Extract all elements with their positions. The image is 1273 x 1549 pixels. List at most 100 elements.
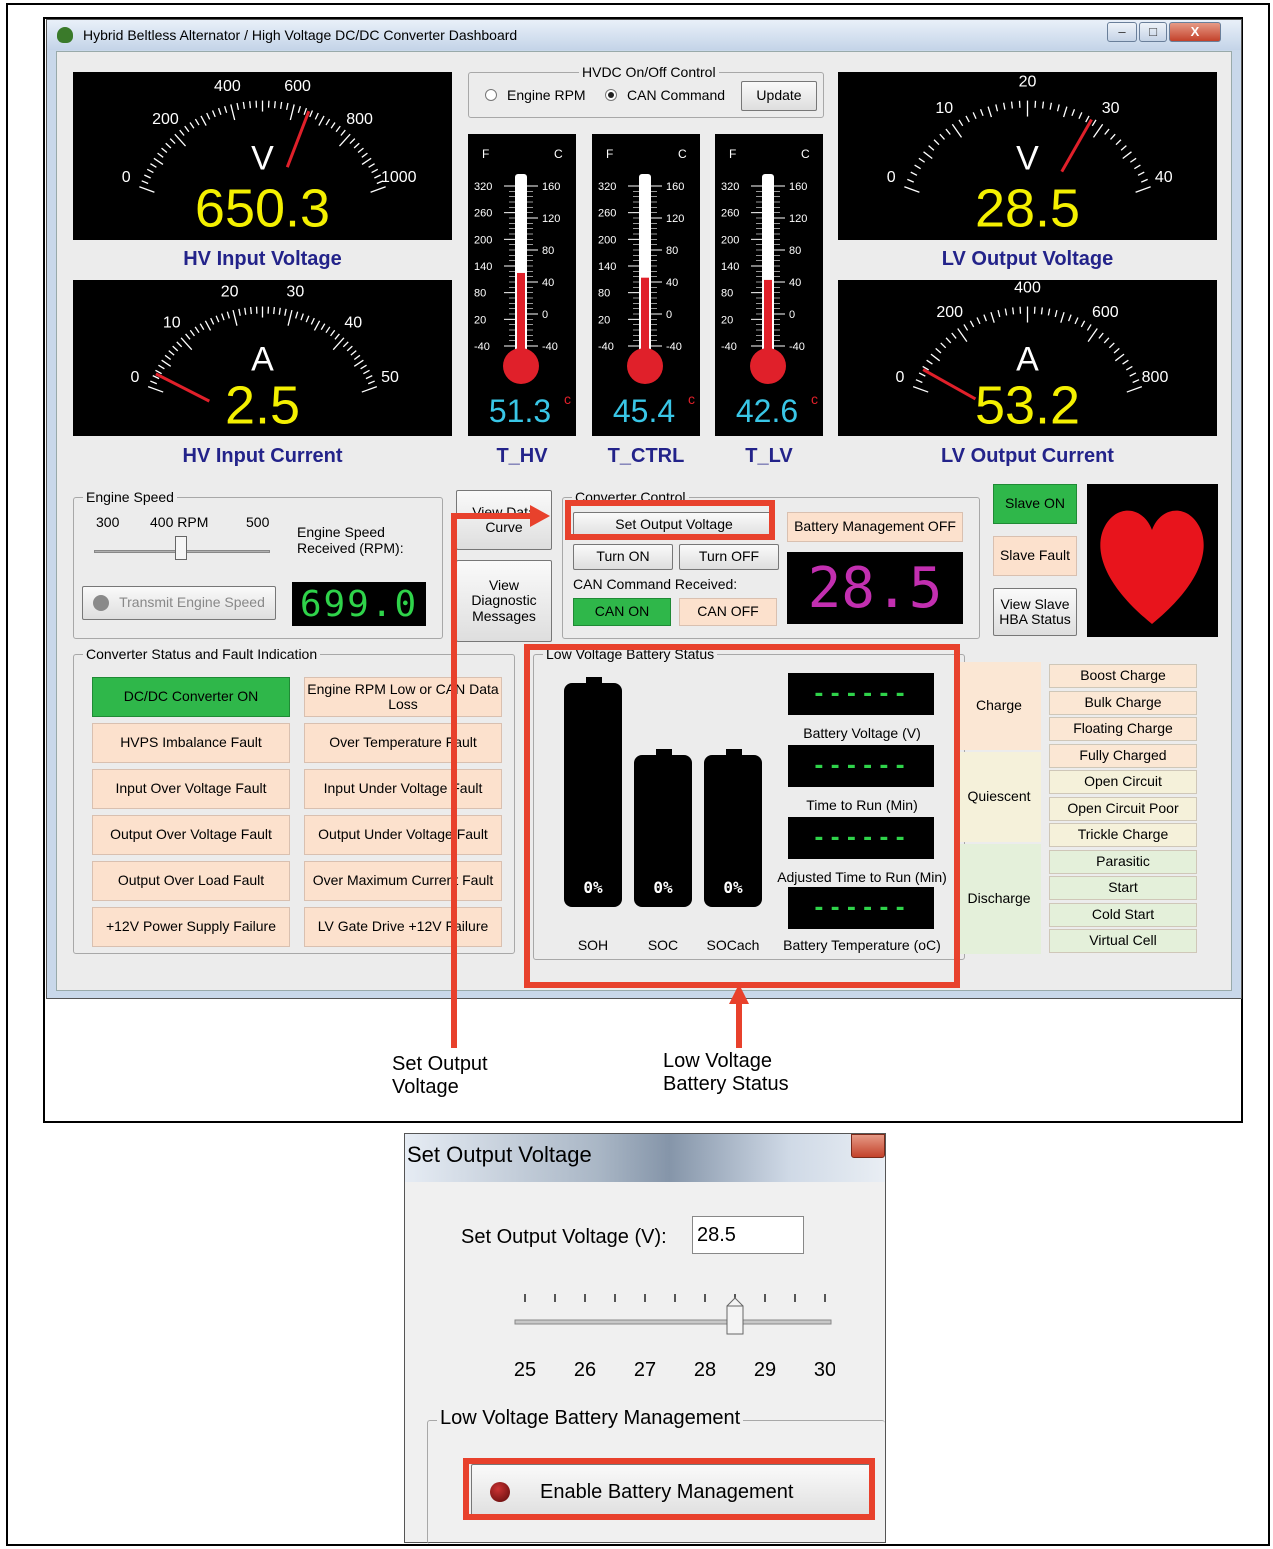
- gauge-tick: [164, 354, 172, 361]
- gauge-tick: [1129, 157, 1137, 163]
- gauge-tick: [215, 315, 220, 323]
- gauge-tick: [200, 115, 207, 126]
- gauge-tick: [1002, 102, 1006, 110]
- thermometer-1: F C 160 120 80 40 0 -40 320 260 200 140 80 20 -40 45.4 c: [592, 134, 700, 436]
- gauge-tick: [957, 328, 968, 343]
- mode-group-discharge: Discharge: [957, 844, 1041, 954]
- dialog-close-button[interactable]: [851, 1134, 885, 1158]
- gauge-tick: [940, 342, 947, 349]
- gauge-unit: A: [1016, 340, 1039, 378]
- slider-track[interactable]: [514, 1319, 832, 1325]
- engine-speed-legend: Engine Speed: [83, 489, 177, 505]
- dialog-title-bar: Set Output Voltage: [405, 1134, 885, 1182]
- gauge-value: 2.5: [225, 376, 300, 436]
- hv-input-voltage-label: HV Input Voltage: [183, 248, 342, 270]
- engine-speed-slider-thumb[interactable]: [175, 536, 187, 560]
- thermo-f-label: 20: [598, 314, 610, 326]
- output-voltage-input[interactable]: [692, 1216, 804, 1254]
- gauge-tick: [1040, 307, 1043, 315]
- gauge-tick: [951, 123, 963, 138]
- converter-status-group: Converter Status and Fault Indication DC…: [73, 646, 515, 954]
- engine-speed-display: 699.0: [292, 582, 426, 626]
- gauge-tick: [1115, 139, 1122, 146]
- gauge-tick: [332, 337, 345, 351]
- gauge-tick: [995, 104, 999, 112]
- gauge-tick: [1041, 101, 1045, 109]
- status-left-4: Output Over Load Fault: [92, 861, 290, 901]
- status-left-3: Output Over Voltage Fault: [92, 815, 290, 855]
- gauge-tick: [184, 125, 190, 133]
- gauge-tick-label: 800: [346, 111, 373, 128]
- thermo-c-label: 40: [789, 277, 801, 289]
- gauge-value: 28.5: [975, 179, 1080, 239]
- output-voltage-slider[interactable]: 25 26 27 28 29 30: [505, 1284, 835, 1394]
- mode-groups: Charge Quiescent Discharge: [957, 662, 1041, 954]
- maximize-button[interactable]: □: [1139, 22, 1167, 42]
- lv-output-current-label: LV Output Current: [941, 445, 1114, 467]
- gauge-tick: [912, 385, 929, 393]
- gauge-tick-label: 800: [1142, 369, 1169, 386]
- thermo-c-label: 0: [789, 309, 795, 321]
- gauge-tick: [249, 307, 252, 315]
- close-button[interactable]: X: [1169, 22, 1221, 42]
- slave-on-indicator: Slave ON: [993, 484, 1077, 524]
- can-on-indicator: CAN ON: [573, 598, 671, 626]
- can-command-radio[interactable]: [605, 89, 617, 101]
- turn-on-button[interactable]: Turn ON: [573, 544, 673, 570]
- thermometer-2: F C 160 120 80 40 0 -40 320 260 200 140 80 20 -40 42.6 c: [715, 134, 823, 436]
- gauge-tick: [965, 115, 970, 123]
- gauge-tick: [210, 317, 215, 325]
- gauge-tick: [226, 311, 230, 319]
- gauge-tick: [242, 101, 246, 109]
- gauge-tick-label: 0: [122, 169, 131, 186]
- mode-item-8: Start: [1049, 876, 1197, 900]
- gauge-tick: [1122, 359, 1129, 365]
- mode-group-quiescent: Quiescent: [957, 752, 1041, 842]
- app-icon: [57, 27, 73, 43]
- gauge-tick: [1103, 337, 1110, 344]
- gauge-tick: [1126, 385, 1143, 393]
- lv-output-current-gauge: 0 200 400 600 800 A 53.2: [838, 280, 1217, 436]
- gauge-tick: [221, 313, 225, 321]
- thermo-f-label: 320: [474, 181, 492, 193]
- gauge-tick: [346, 345, 353, 352]
- gauge-tick: [199, 323, 205, 331]
- gauge-tick: [1080, 320, 1086, 328]
- view-diagnostic-messages-button[interactable]: View Diagnostic Messages: [456, 560, 552, 642]
- gauge-tick: [330, 122, 336, 129]
- gauge-tick: [350, 350, 357, 356]
- gauge-tick: [172, 345, 179, 352]
- gauge-tick: [990, 311, 995, 323]
- gauge-value: 53.2: [975, 376, 1080, 436]
- gauge-tick-label: 200: [152, 111, 179, 128]
- thermo-value: 45.4: [613, 393, 675, 429]
- thermo-unit: c: [811, 391, 818, 407]
- set-output-arrow-line: [451, 513, 457, 1048]
- gauge-tick-label: 10: [163, 314, 181, 331]
- turn-off-button[interactable]: Turn OFF: [679, 544, 779, 570]
- thermo-f-label: 80: [721, 288, 733, 300]
- gauge-tick: [179, 129, 185, 136]
- thermometer-label-1: T_CTRL: [607, 445, 685, 467]
- slider-thumb[interactable]: [726, 1297, 744, 1335]
- gauge-needle: [155, 372, 211, 403]
- view-slave-hba-status-button[interactable]: View Slave HBA Status: [993, 588, 1077, 636]
- gauge-tick-label: 10: [935, 100, 953, 117]
- gauge-tick-label: 400: [214, 78, 241, 95]
- gauge-tick: [1135, 186, 1151, 193]
- gauge-tick: [238, 308, 241, 316]
- gauge-tick-label: 50: [381, 369, 399, 386]
- gauge-needle: [922, 368, 977, 401]
- thermo-c-label: 160: [666, 181, 684, 193]
- gauge-tick: [236, 102, 240, 111]
- rpm-tick-300: 300: [96, 514, 120, 530]
- thermo-c-label: 0: [666, 309, 672, 321]
- gauge-tick: [330, 329, 336, 337]
- update-button[interactable]: Update: [741, 81, 817, 111]
- transmit-engine-speed-button[interactable]: Transmit Engine Speed: [82, 586, 276, 620]
- gauge-tick: [1010, 101, 1014, 109]
- thermo-f-label: -40: [721, 341, 737, 353]
- engine-rpm-radio[interactable]: [485, 89, 497, 101]
- minimize-button[interactable]: –: [1107, 22, 1137, 42]
- gauge-tick: [309, 110, 314, 118]
